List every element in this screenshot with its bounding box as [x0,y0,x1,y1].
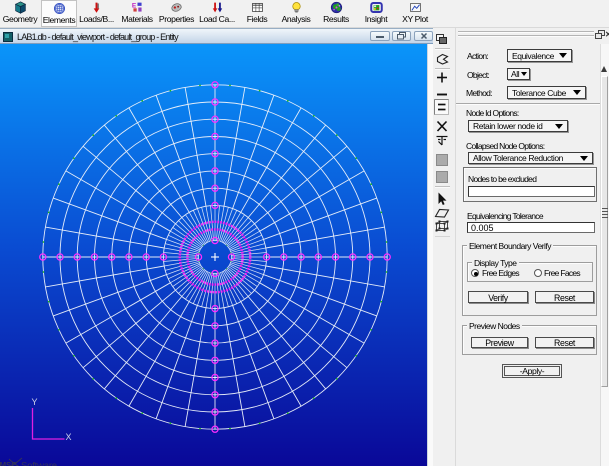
svg-text:X: X [66,432,72,442]
svg-text:Y: Y [32,397,38,407]
svg-text:Software: Software [21,461,57,466]
